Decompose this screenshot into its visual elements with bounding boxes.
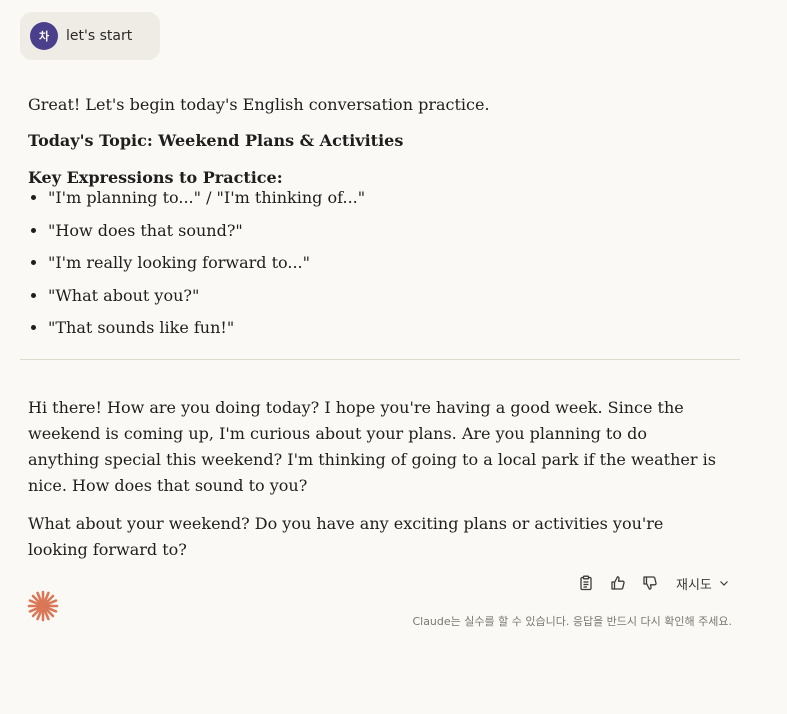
list-item: "I'm planning to..." / "I'm thinking of.… — [48, 185, 365, 211]
topic-heading: Today's Topic: Weekend Plans & Activitie… — [28, 131, 404, 150]
list-item: "How does that sound?" — [48, 218, 365, 244]
expressions-list: "I'm planning to..." / "I'm thinking of.… — [28, 185, 365, 348]
user-message-bubble: 차 let's start — [20, 12, 160, 60]
list-item: "What about you?" — [48, 283, 365, 309]
claude-logo-icon — [27, 590, 59, 622]
disclaimer-text: Claude는 실수를 할 수 있습니다. 응답을 반드시 다시 확인해 주세요… — [412, 615, 732, 628]
divider — [20, 359, 740, 360]
response-intro: Great! Let's begin today's English conve… — [28, 95, 490, 114]
message-actions: 재시도 — [570, 570, 730, 596]
retry-label: 재시도 — [676, 577, 712, 593]
thumbs-up-button[interactable] — [602, 570, 634, 596]
thumbs-up-icon — [611, 576, 625, 590]
thumbs-down-icon — [643, 576, 657, 590]
response-paragraph: Hi there! How are you doing today? I hop… — [28, 398, 716, 495]
response-paragraph: What about your weekend? Do you have any… — [28, 514, 664, 559]
list-item: "That sounds like fun!" — [48, 315, 365, 341]
list-item: "I'm really looking forward to..." — [48, 250, 365, 276]
user-message-text: let's start — [66, 28, 133, 44]
avatar[interactable]: 차 — [30, 22, 58, 50]
retry-button[interactable]: 재시도 — [676, 574, 730, 593]
chevron-down-icon — [719, 581, 728, 586]
clipboard-icon — [580, 575, 592, 591]
thumbs-down-button[interactable] — [634, 570, 666, 596]
copy-button[interactable] — [570, 570, 602, 596]
